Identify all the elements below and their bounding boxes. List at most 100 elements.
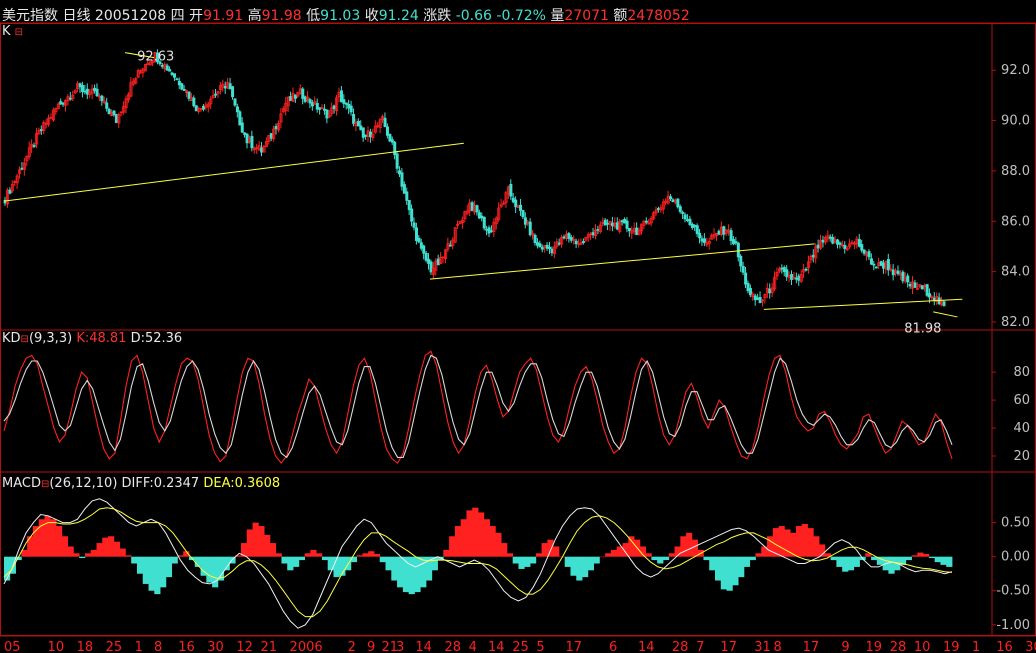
- collapse-icon[interactable]: ⊟: [21, 334, 29, 345]
- macd-bar: [275, 553, 282, 557]
- candle-body: [874, 266, 878, 269]
- candle-body: [482, 216, 486, 229]
- y-tick-label: -0.50: [996, 584, 1030, 599]
- candle-body: [780, 267, 784, 270]
- candle-body: [364, 134, 368, 137]
- quote-date: 20051208: [94, 8, 167, 24]
- candle-body: [908, 283, 912, 287]
- candle-body: [114, 114, 118, 123]
- open-value: 91.91: [203, 8, 244, 24]
- candle-body: [690, 224, 694, 228]
- macd-bar: [368, 551, 375, 557]
- macd-bar: [373, 553, 381, 557]
- macd-bar: [460, 519, 467, 557]
- x-tick-label: 14: [488, 640, 505, 653]
- stock-chart[interactable]: 82.084.086.088.090.092.092.6381.98204060…: [0, 0, 1036, 653]
- macd-bar: [298, 556, 305, 561]
- low-annotation: 81.98: [904, 321, 941, 336]
- amount-label: 额: [613, 8, 628, 24]
- candle-body: [790, 274, 794, 280]
- macd-bar: [917, 552, 924, 557]
- candle-body: [596, 228, 600, 231]
- candle-body: [514, 199, 518, 208]
- x-tick-label: 8: [774, 640, 782, 653]
- macd-bar: [131, 556, 138, 564]
- candle-body: [344, 102, 348, 105]
- macd-bar: [483, 519, 490, 557]
- candle-body: [862, 249, 866, 254]
- macd-bar: [651, 556, 658, 561]
- macd-bar: [258, 526, 265, 557]
- candle-body: [581, 241, 585, 243]
- period-label[interactable]: 日线: [62, 8, 90, 24]
- macd-bar: [304, 553, 311, 557]
- candle-body: [569, 237, 573, 241]
- candle-body: [168, 69, 172, 72]
- macd-bar: [281, 556, 288, 564]
- macd-bar: [749, 556, 756, 561]
- candle-body: [436, 258, 440, 266]
- candle-body: [700, 238, 704, 242]
- close-value: 91.24: [378, 8, 419, 24]
- y-tick-label: 0.00: [1001, 550, 1030, 565]
- candle-body: [928, 293, 932, 298]
- candle-body: [567, 233, 571, 239]
- macd-bar: [44, 515, 51, 557]
- x-tick-label: 9: [841, 640, 849, 653]
- candle-body: [352, 113, 356, 124]
- candle-body: [385, 126, 389, 136]
- y-tick-label: 20: [1013, 449, 1030, 464]
- macd-bar: [668, 553, 675, 557]
- macd-bar: [524, 556, 531, 567]
- candle-body: [308, 99, 312, 104]
- macd-bar: [154, 556, 161, 595]
- candle-body: [816, 244, 820, 249]
- x-tick-label: 30: [1025, 640, 1036, 653]
- macd-panel-title[interactable]: MACD⊟(26,12,10) DIFF:0.2347 DEA:0.3608: [2, 476, 280, 491]
- candle-body: [550, 248, 554, 254]
- candle-body: [359, 125, 363, 131]
- macd-bar: [4, 556, 11, 581]
- macd-bar: [501, 543, 508, 557]
- candle-body: [414, 227, 418, 241]
- x-tick-label: 10: [914, 640, 931, 653]
- candle-body: [794, 277, 798, 280]
- macd-bar: [720, 556, 727, 590]
- candle-body: [920, 285, 924, 290]
- candle-body: [347, 103, 351, 109]
- x-tick-label: 8: [154, 640, 162, 653]
- candle-body: [901, 271, 905, 282]
- k-panel-title[interactable]: K ⊟: [2, 24, 23, 39]
- kd-panel-title[interactable]: KD⊟(9,3,3) K:48.81 D:52.36: [2, 331, 182, 346]
- y-tick-label: 60: [1013, 393, 1030, 408]
- macd-bar: [79, 556, 86, 559]
- candle-body: [669, 196, 673, 200]
- candle-body: [623, 219, 627, 224]
- candle-body: [274, 126, 278, 130]
- x-tick-label: 17: [565, 640, 582, 653]
- candle-body: [753, 295, 757, 301]
- y-tick-label: 84.0: [1001, 265, 1030, 280]
- candle-body: [427, 258, 431, 264]
- x-tick-label: 21: [261, 640, 278, 653]
- trendline: [3, 142, 464, 202]
- macd-bar: [541, 543, 548, 557]
- volume-label: 量: [550, 8, 565, 24]
- candle-body: [289, 96, 293, 101]
- y-tick-label: 90.0: [1001, 114, 1030, 129]
- macd-bar: [466, 510, 473, 557]
- candle-body: [509, 184, 513, 197]
- candle-body: [470, 202, 474, 211]
- candle-body: [615, 222, 619, 230]
- collapse-icon[interactable]: ⊟: [15, 27, 23, 38]
- x-tick-label: 17: [720, 640, 737, 653]
- candle-body: [407, 200, 411, 211]
- candle-body: [717, 230, 721, 235]
- macd-bar: [408, 556, 415, 595]
- candle-body: [746, 283, 750, 292]
- candle-body: [744, 272, 748, 285]
- macd-bar: [454, 526, 462, 557]
- candle-body: [528, 221, 532, 236]
- trendline: [933, 311, 958, 318]
- candle-body: [869, 258, 873, 265]
